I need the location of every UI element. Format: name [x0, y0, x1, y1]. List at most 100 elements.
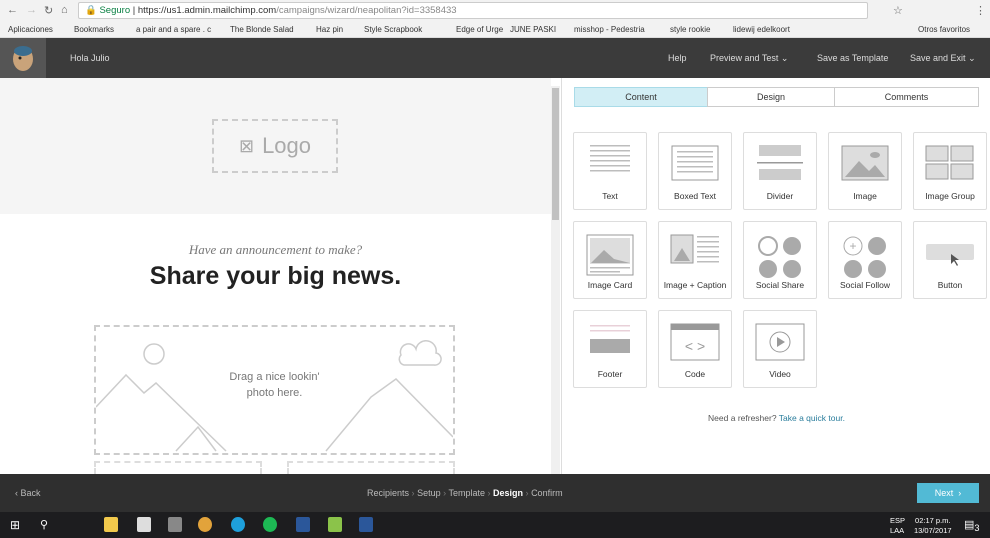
address-bar[interactable]: 🔒 Seguro | https://us1.admin.mailchimp.c… [78, 2, 868, 19]
block-label: Social Share [755, 280, 805, 290]
home-icon[interactable]: ⌂ [61, 4, 68, 16]
next-label: Next [934, 488, 954, 498]
menu-icon[interactable]: ⋮ [975, 4, 986, 17]
refresher-text: Need a refresher? [708, 413, 777, 423]
chevron-down-icon: ⌄ [968, 53, 976, 63]
skype-icon[interactable] [231, 517, 245, 532]
block-label: Image Group [925, 191, 975, 201]
file-explorer-icon[interactable] [104, 517, 118, 532]
step-design[interactable]: Design [493, 488, 523, 498]
block-image-caption[interactable]: Image + Caption [658, 221, 732, 299]
block-footer[interactable]: Footer [573, 310, 647, 388]
star-icon[interactable]: ☆ [893, 4, 903, 17]
image-icon: ⊠ [238, 135, 255, 156]
url-host: https://us1.admin.mailchimp.com [137, 5, 277, 16]
block-social-share[interactable]: Social Share [743, 221, 817, 299]
text-block-icon [588, 145, 632, 179]
wizard-steps: Recipients › Setup › Template › Design ›… [367, 488, 563, 498]
word-icon[interactable] [359, 517, 373, 532]
step-confirm[interactable]: Confirm [531, 488, 563, 498]
bookmark[interactable]: Aplicaciones [8, 25, 53, 34]
image-dropzone[interactable]: Drag a nice lookin' photo here. [94, 325, 455, 455]
language[interactable]: ESP [890, 516, 905, 525]
step-recipients[interactable]: Recipients [367, 488, 409, 498]
bookmark[interactable]: The Blonde Salad [230, 25, 294, 34]
block-image[interactable]: Image [828, 132, 902, 210]
wizard-footer: ‹ Back Recipients › Setup › Template › D… [0, 474, 990, 512]
drop-hint: Drag a nice lookin' [229, 371, 320, 383]
search-icon[interactable]: ⚲ [40, 518, 48, 531]
preview-and-test-menu[interactable]: Preview and Test ⌄ [710, 53, 788, 64]
image-block-icon [841, 145, 889, 183]
app-header: Hola Julio Help Preview and Test ⌄ Save … [0, 38, 990, 78]
notifications-icon[interactable]: ▤3 [964, 518, 980, 533]
tab-comments[interactable]: Comments [834, 87, 979, 107]
bookmark[interactable]: JUNE PASKI [510, 25, 556, 34]
back-label: Back [20, 488, 41, 498]
block-text[interactable]: Text [573, 132, 647, 210]
spotify-icon[interactable] [263, 517, 277, 532]
next-button[interactable]: Next › [917, 483, 979, 503]
block-label: Code [684, 369, 706, 379]
tab-content[interactable]: Content [574, 87, 708, 107]
headline[interactable]: Share your big news. [0, 262, 551, 291]
clock[interactable]: 02:17 p.m. 13/07/2017 [914, 516, 952, 536]
chevron-right-icon: › [958, 488, 962, 498]
back-button[interactable]: ‹ Back [15, 488, 41, 498]
greeting: Hola Julio [70, 53, 110, 63]
block-image-card[interactable]: Image Card [573, 221, 647, 299]
other-bookmarks[interactable]: Otros favoritos [918, 25, 970, 34]
block-social-follow[interactable]: + Social Follow [828, 221, 902, 299]
block-code[interactable]: < > Code [658, 310, 732, 388]
chrome-icon[interactable] [198, 517, 212, 532]
block-button[interactable]: Button [913, 221, 987, 299]
save-and-exit-menu[interactable]: Save and Exit ⌄ [910, 53, 976, 64]
block-label: Button [937, 280, 963, 290]
reload-icon[interactable]: ↻ [44, 4, 53, 17]
block-boxed-text[interactable]: Boxed Text [658, 132, 732, 210]
image-dropzone[interactable] [287, 461, 455, 474]
time: 02:17 p.m. [915, 516, 951, 525]
calculator-icon[interactable] [168, 517, 182, 532]
help-link[interactable]: Help [668, 53, 687, 63]
header-section[interactable]: ⊠ Logo [0, 78, 551, 214]
scrollbar-thumb[interactable] [552, 88, 559, 220]
image-dropzone[interactable] [94, 461, 262, 474]
image-caption-block-icon [670, 234, 720, 268]
back-icon[interactable]: ← [7, 4, 18, 16]
step-setup[interactable]: Setup [417, 488, 441, 498]
preview-label: Preview and Test [710, 53, 779, 63]
store-icon[interactable] [137, 517, 151, 532]
keyboard-layout[interactable]: LAA [890, 526, 904, 535]
word-icon[interactable] [296, 517, 310, 532]
block-video[interactable]: Video [743, 310, 817, 388]
quick-tour-link[interactable]: Take a quick tour. [779, 413, 845, 423]
save-as-template-button[interactable]: Save as Template [817, 53, 888, 63]
save-exit-label: Save and Exit [910, 53, 966, 63]
bookmark[interactable]: Edge of Urge [456, 25, 503, 34]
bookmark[interactable]: Haz pin [316, 25, 343, 34]
bookmark[interactable]: misshop - Pedestria [574, 25, 645, 34]
step-template[interactable]: Template [448, 488, 485, 498]
block-label: Boxed Text [674, 191, 716, 201]
block-divider[interactable]: Divider [743, 132, 817, 210]
notification-count: 3 [974, 523, 980, 534]
bookmark[interactable]: Bookmarks [74, 25, 114, 34]
announcement-subtitle[interactable]: Have an announcement to make? [0, 242, 551, 258]
bookmark[interactable]: a pair and a spare . c [136, 25, 211, 34]
chevron-down-icon: ⌄ [780, 53, 789, 63]
windows-start-icon[interactable]: ⊞ [10, 518, 20, 532]
logo-placeholder[interactable]: ⊠ Logo [212, 119, 338, 173]
mailchimp-logo[interactable] [0, 38, 46, 78]
block-label: Divider [766, 191, 794, 201]
forward-icon[interactable]: → [26, 4, 37, 16]
block-image-group[interactable]: Image Group [913, 132, 987, 210]
block-label: Video [769, 369, 791, 379]
code-block-icon: < > [670, 323, 720, 363]
bookmark[interactable]: lidewij edelkoort [733, 25, 790, 34]
url-path: /campaigns/wizard/neapolitan?id=3358433 [276, 5, 457, 16]
bookmark[interactable]: Style Scrapbook [364, 25, 422, 34]
tab-design[interactable]: Design [707, 87, 835, 107]
app-icon[interactable] [328, 517, 342, 532]
bookmark[interactable]: style rookie [670, 25, 710, 34]
